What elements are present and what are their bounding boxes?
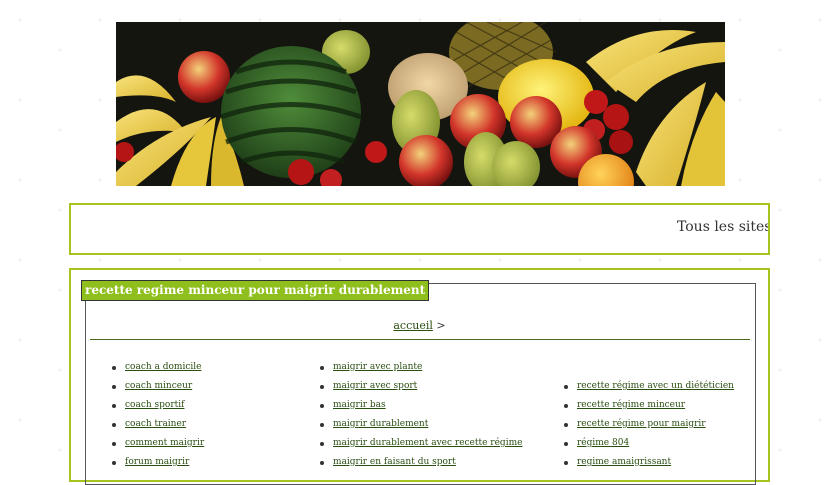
link-regime-amaigrissant[interactable]: regime amaigrissant: [577, 457, 671, 467]
list-item: maigrir en faisant du sport: [319, 453, 522, 472]
link-coach-trainer[interactable]: coach trainer: [125, 419, 186, 429]
link-maigrir-en-faisant-du-sport[interactable]: maigrir en faisant du sport: [333, 457, 456, 467]
list-item: comment maigrir: [111, 434, 204, 453]
list-item: recette régime minceur: [563, 396, 734, 415]
list-item: maigrir durablement: [319, 415, 522, 434]
bullet-icon: [564, 461, 568, 465]
breadcrumb-separator: >: [436, 319, 446, 332]
bullet-icon: [112, 423, 116, 427]
breadcrumb: accueil >: [71, 319, 768, 332]
ticker-text: Tous les sites: [677, 219, 770, 235]
link-recette-regime-minceur[interactable]: recette régime minceur: [577, 400, 685, 410]
list-item: coach sportif: [111, 396, 204, 415]
link-coach-a-domicile[interactable]: coach a domicile: [125, 362, 201, 372]
bullet-icon: [564, 442, 568, 446]
bullet-icon: [112, 366, 116, 370]
link-list-column-3: recette régime avec un diététicien recet…: [563, 377, 734, 472]
list-item: régime 804: [563, 434, 734, 453]
bullet-icon: [320, 366, 324, 370]
bullet-icon: [564, 404, 568, 408]
section-title: recette regime minceur pour maigrir dura…: [81, 280, 430, 301]
link-forum-maigrir[interactable]: forum maigrir: [125, 457, 189, 467]
link-list-column-2: maigrir avec plante maigrir avec sport m…: [319, 358, 522, 472]
header-banner-image: [116, 22, 725, 186]
link-recette-regime-pour-maigrir[interactable]: recette régime pour maigrir: [577, 419, 706, 429]
content-panel: recette regime minceur pour maigrir dura…: [69, 268, 770, 485]
bullet-icon: [320, 423, 324, 427]
bullet-icon: [112, 461, 116, 465]
bullet-icon: [564, 385, 568, 389]
list-item: maigrir durablement avec recette régime: [319, 434, 522, 453]
bullet-icon: [112, 385, 116, 389]
link-coach-minceur[interactable]: coach minceur: [125, 381, 192, 391]
bullet-icon: [112, 404, 116, 408]
link-maigrir-avec-sport[interactable]: maigrir avec sport: [333, 381, 417, 391]
bullet-icon: [564, 423, 568, 427]
bullet-icon: [320, 385, 324, 389]
list-item: forum maigrir: [111, 453, 204, 472]
link-maigrir-durablement[interactable]: maigrir durablement: [333, 419, 428, 429]
link-comment-maigrir[interactable]: comment maigrir: [125, 438, 204, 448]
link-maigrir-avec-plante[interactable]: maigrir avec plante: [333, 362, 422, 372]
list-item: coach minceur: [111, 377, 204, 396]
link-list-column-1: coach a domicile coach minceur coach spo…: [111, 358, 204, 472]
bullet-icon: [320, 461, 324, 465]
bullet-icon: [320, 404, 324, 408]
site-ticker-box: Tous les sites: [69, 203, 770, 255]
list-item: regime amaigrissant: [563, 453, 734, 472]
list-item: recette régime pour maigrir: [563, 415, 734, 434]
list-item: recette régime avec un diététicien: [563, 377, 734, 396]
list-item: maigrir bas: [319, 396, 522, 415]
link-coach-sportif[interactable]: coach sportif: [125, 400, 184, 410]
list-item: coach trainer: [111, 415, 204, 434]
breadcrumb-home-link[interactable]: accueil: [393, 319, 433, 332]
bullet-icon: [320, 442, 324, 446]
link-maigrir-durablement-recette[interactable]: maigrir durablement avec recette régime: [333, 438, 522, 448]
link-recette-regime-dieteticien[interactable]: recette régime avec un diététicien: [577, 381, 734, 391]
bullet-icon: [112, 442, 116, 446]
link-regime-804[interactable]: régime 804: [577, 438, 629, 448]
divider: [90, 339, 750, 340]
list-item: coach a domicile: [111, 358, 204, 377]
list-item: maigrir avec sport: [319, 377, 522, 396]
list-item: maigrir avec plante: [319, 358, 522, 377]
link-maigrir-bas[interactable]: maigrir bas: [333, 400, 386, 410]
